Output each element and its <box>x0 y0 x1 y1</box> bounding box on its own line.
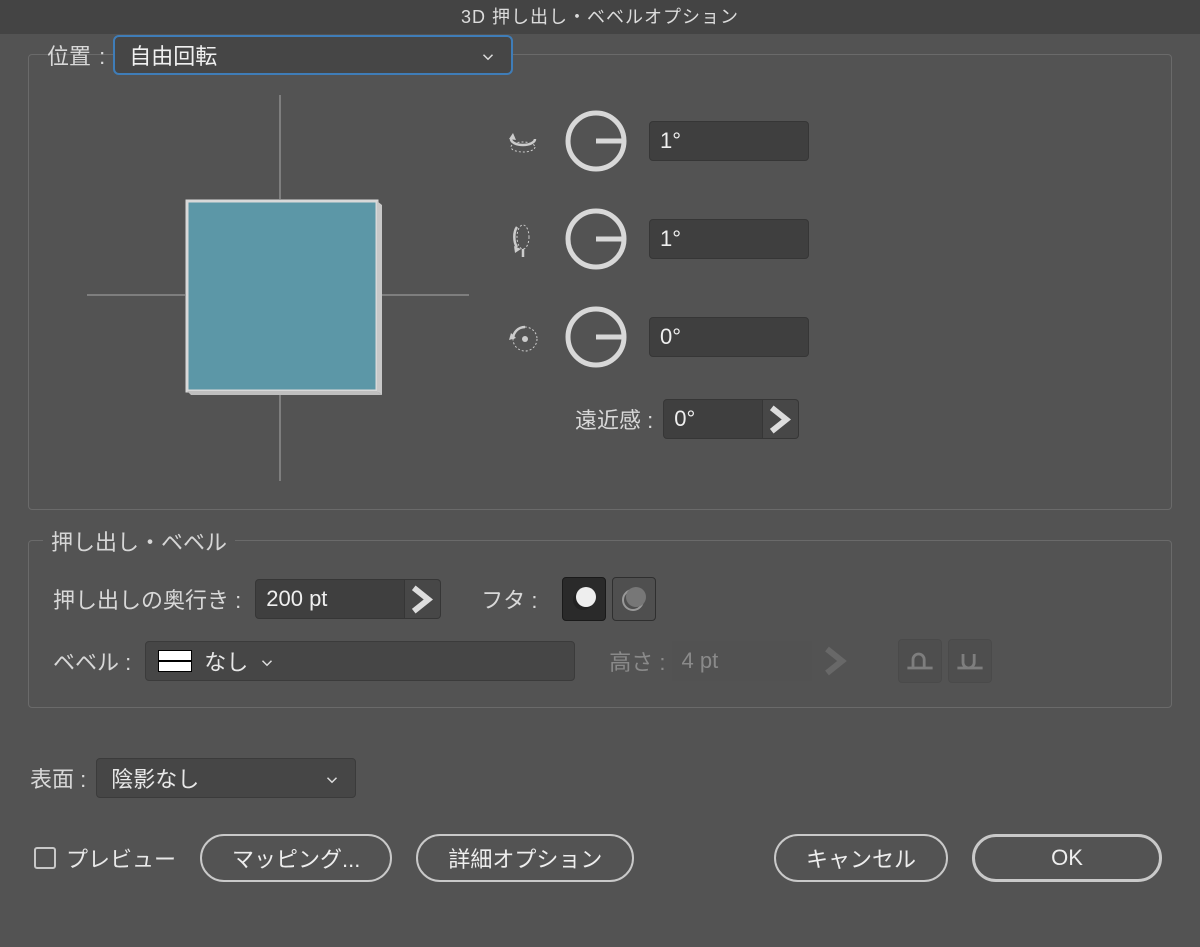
chevron-down-icon <box>479 46 497 64</box>
chevron-down-icon <box>258 652 276 670</box>
position-select[interactable]: 自由回転 <box>113 35 513 75</box>
extrude-bevel-section: 押し出し・ベベル 押し出しの奥行き : フタ : ベベル : <box>28 540 1172 708</box>
dialog-title: 3D 押し出し・ベベルオプション <box>0 0 1200 34</box>
cap-off-button[interactable] <box>612 577 656 621</box>
bevel-height-label: 高さ : <box>609 645 665 677</box>
rotation-y-input[interactable] <box>649 219 809 259</box>
bevel-label: ベベル : <box>53 645 131 677</box>
surface-label: 表面 : <box>30 762 86 794</box>
bevel-swatch-icon <box>158 650 192 672</box>
extrude-depth-stepper[interactable] <box>405 579 441 619</box>
position-label: 位置 : <box>47 39 105 71</box>
bevel-height-input <box>672 641 812 681</box>
cap-label: フタ : <box>481 583 537 615</box>
ok-button[interactable]: OK <box>972 834 1162 882</box>
bevel-extent-out-button <box>948 639 992 683</box>
chevron-down-icon <box>323 769 341 787</box>
preview-checkbox-label: プレビュー <box>66 842 176 874</box>
rotation-z-row <box>503 301 1153 373</box>
bevel-select[interactable]: なし <box>145 641 575 681</box>
bevel-height-group: 高さ : <box>609 641 853 681</box>
rotate-z-icon <box>503 317 543 357</box>
checkbox-icon <box>34 847 56 869</box>
perspective-input[interactable] <box>663 399 763 439</box>
cap-on-button[interactable] <box>562 577 606 621</box>
more-options-button[interactable]: 詳細オプション <box>416 834 634 882</box>
rotation-y-row <box>503 203 1153 275</box>
position-section: 位置 : 自由回転 <box>28 54 1172 510</box>
bevel-extent-in-button <box>898 639 942 683</box>
surface-select-value: 陰影なし <box>111 762 199 794</box>
rotate-x-icon <box>503 121 543 161</box>
cancel-button[interactable]: キャンセル <box>774 834 948 882</box>
rotation-x-dial[interactable] <box>563 108 629 174</box>
rotate-y-icon <box>503 219 543 259</box>
dialog-footer: プレビュー マッピング... 詳細オプション キャンセル OK <box>22 834 1178 892</box>
perspective-label: 遠近感 : <box>575 403 653 435</box>
rotation-preview[interactable] <box>87 95 473 485</box>
extrude-depth-label: 押し出しの奥行き : <box>53 583 241 615</box>
extrude-bevel-title: 押し出し・ベベル <box>43 525 235 557</box>
preview-checkbox[interactable]: プレビュー <box>34 842 176 874</box>
map-art-button[interactable]: マッピング... <box>200 834 392 882</box>
extrude-depth-input[interactable] <box>255 579 405 619</box>
rotation-x-row <box>503 105 1153 177</box>
rotation-x-input[interactable] <box>649 121 809 161</box>
rotation-z-dial[interactable] <box>563 304 629 370</box>
perspective-row: 遠近感 : <box>575 399 1153 439</box>
bevel-select-value: なし <box>204 645 248 677</box>
surface-select[interactable]: 陰影なし <box>96 758 356 798</box>
perspective-stepper[interactable] <box>763 399 799 439</box>
bevel-height-stepper <box>818 641 854 681</box>
rotation-y-dial[interactable] <box>563 206 629 272</box>
position-select-value: 自由回転 <box>129 39 217 71</box>
rotation-z-input[interactable] <box>649 317 809 357</box>
